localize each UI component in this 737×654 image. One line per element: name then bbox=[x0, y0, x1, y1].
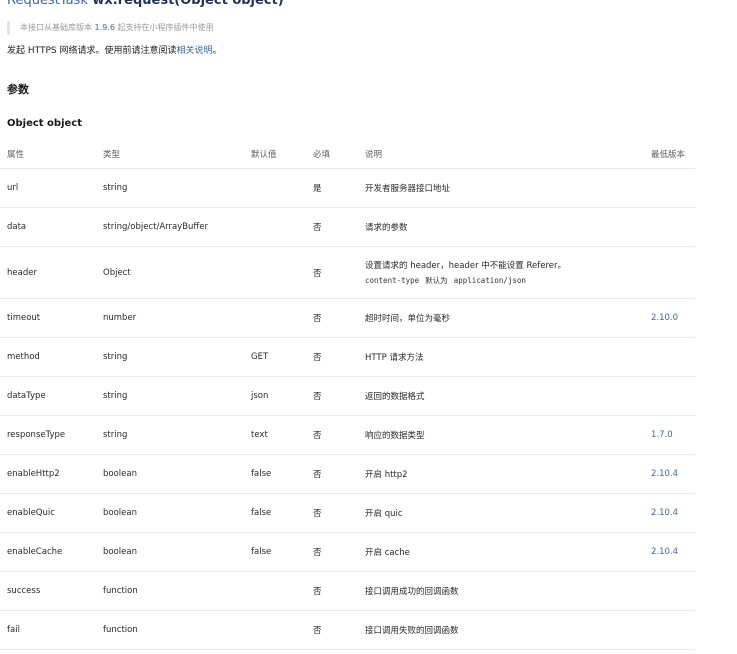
related-docs-link[interactable]: 相关说明 bbox=[176, 46, 212, 56]
param-required: 否 bbox=[313, 223, 322, 233]
param-name: enableQuic bbox=[7, 508, 55, 518]
table-row: enableQuic boolean false 否 开启 quic 2.10.… bbox=[0, 494, 695, 533]
param-version-link[interactable]: 2.10.4 bbox=[651, 455, 678, 493]
param-type: string bbox=[103, 352, 128, 362]
param-type: number bbox=[103, 313, 137, 323]
table-row: header Object 否 设置请求的 header，header 中不能设… bbox=[0, 247, 695, 299]
param-desc: 设置请求的 header，header 中不能设置 Referer。 conte… bbox=[365, 247, 566, 298]
param-default: GET bbox=[251, 352, 269, 362]
param-desc: 接口调用失败的回调函数 bbox=[365, 626, 459, 636]
param-type: function bbox=[103, 625, 138, 635]
description-text: 发起 HTTPS 网络请求。使用前请注意阅读 bbox=[7, 46, 177, 56]
description-end: 。 bbox=[212, 46, 222, 56]
param-type: boolean bbox=[103, 508, 137, 518]
header-required: 必填 bbox=[313, 149, 331, 160]
param-required: 是 bbox=[313, 184, 322, 194]
table-row: responseType string text 否 响应的数据类型 1.7.0 bbox=[0, 416, 695, 455]
api-signature: wx.request(Object object) bbox=[92, 0, 284, 8]
param-type: string bbox=[103, 391, 128, 401]
code-default-label: 默认为 bbox=[425, 276, 448, 285]
header-desc: 说明 bbox=[365, 149, 383, 160]
return-type-link[interactable]: RequestTask bbox=[7, 0, 88, 8]
table-row: fail function 否 接口调用失败的回调函数 bbox=[0, 611, 695, 650]
param-type: boolean bbox=[103, 547, 137, 557]
param-default: text bbox=[251, 430, 268, 440]
param-name: data bbox=[7, 222, 27, 232]
param-desc: 接口调用成功的回调函数 bbox=[365, 587, 459, 597]
param-name: fail bbox=[7, 625, 20, 635]
param-required: 否 bbox=[313, 431, 322, 441]
header-type: 类型 bbox=[103, 149, 121, 160]
param-required: 否 bbox=[313, 353, 322, 363]
code-content-type: content-type bbox=[365, 276, 420, 285]
param-type: Object bbox=[103, 267, 131, 278]
param-name: dataType bbox=[7, 391, 46, 401]
param-required: 否 bbox=[313, 392, 322, 402]
param-desc-code-line: content-type 默认为 application/json bbox=[365, 275, 526, 286]
param-type: string bbox=[103, 183, 128, 193]
param-required: 否 bbox=[313, 268, 322, 279]
param-desc: 开发者服务器接口地址 bbox=[365, 184, 451, 194]
param-type: boolean bbox=[103, 469, 137, 479]
code-application-json: application/json bbox=[453, 276, 526, 285]
param-version-link[interactable]: 1.7.0 bbox=[651, 416, 673, 454]
param-desc: 开启 cache bbox=[365, 548, 410, 558]
param-name: enableCache bbox=[7, 547, 63, 557]
param-desc: 响应的数据类型 bbox=[365, 431, 425, 441]
version-note-suffix: 起支持在小程序插件中使用 bbox=[117, 23, 214, 32]
table-row: url string 是 开发者服务器接口地址 bbox=[0, 169, 695, 208]
param-required: 否 bbox=[313, 548, 322, 558]
param-name: method bbox=[7, 352, 40, 362]
param-name: header bbox=[7, 267, 37, 278]
param-required: 否 bbox=[313, 314, 322, 324]
params-table: 属性 类型 默认值 必填 说明 最低版本 url string 是 开发者服务器… bbox=[0, 139, 695, 650]
table-row: method string GET 否 HTTP 请求方法 bbox=[0, 338, 695, 377]
param-desc-text: 设置请求的 header，header 中不能设置 Referer。 bbox=[365, 261, 567, 271]
param-required: 否 bbox=[313, 587, 322, 597]
param-desc: 超时时间，单位为毫秒 bbox=[365, 314, 451, 324]
param-default: false bbox=[251, 508, 272, 518]
param-desc: 开启 http2 bbox=[365, 470, 408, 480]
param-name: enableHttp2 bbox=[7, 469, 60, 479]
param-required: 否 bbox=[313, 626, 322, 636]
param-required: 否 bbox=[313, 509, 322, 519]
param-name: responseType bbox=[7, 430, 66, 440]
param-name: url bbox=[7, 183, 19, 193]
header-default: 默认值 bbox=[251, 149, 277, 160]
param-type: string bbox=[103, 430, 128, 440]
param-type: function bbox=[103, 586, 138, 596]
header-name: 属性 bbox=[7, 149, 25, 160]
api-title: RequestTask wx.request(Object object) bbox=[7, 0, 284, 8]
table-row: success function 否 接口调用成功的回调函数 bbox=[0, 572, 695, 611]
table-row: dataType string json 否 返回的数据格式 bbox=[0, 377, 695, 416]
param-desc: 开启 quic bbox=[365, 509, 403, 519]
version-note-prefix: 本接口从基础库版本 bbox=[20, 23, 92, 32]
param-version-link[interactable]: 2.10.4 bbox=[651, 533, 678, 571]
section-title-params: 参数 bbox=[7, 83, 29, 96]
table-row: enableCache boolean false 否 开启 cache 2.1… bbox=[0, 533, 695, 572]
param-desc: HTTP 请求方法 bbox=[365, 353, 424, 363]
param-desc: 请求的参数 bbox=[365, 223, 408, 233]
table-header: 属性 类型 默认值 必填 说明 最低版本 bbox=[0, 139, 695, 169]
param-name: success bbox=[7, 586, 41, 596]
header-version: 最低版本 bbox=[651, 149, 686, 160]
param-type: string/object/ArrayBuffer bbox=[103, 222, 209, 232]
version-note-version: 1.9.6 bbox=[94, 23, 115, 32]
version-note: 本接口从基础库版本 1.9.6 起支持在小程序插件中使用 bbox=[7, 21, 213, 35]
param-default: json bbox=[251, 391, 269, 401]
api-description: 发起 HTTPS 网络请求。使用前请注意阅读相关说明。 bbox=[7, 43, 222, 56]
param-desc: 返回的数据格式 bbox=[365, 392, 425, 402]
table-row: timeout number 否 超时时间，单位为毫秒 2.10.0 bbox=[0, 299, 695, 338]
table-row: enableHttp2 boolean false 否 开启 http2 2.1… bbox=[0, 455, 695, 494]
param-version-link[interactable]: 2.10.4 bbox=[651, 494, 678, 532]
param-required: 否 bbox=[313, 470, 322, 480]
param-version-link[interactable]: 2.10.0 bbox=[651, 299, 678, 337]
param-name: timeout bbox=[7, 313, 41, 323]
param-default: false bbox=[251, 469, 272, 479]
table-row: data string/object/ArrayBuffer 否 请求的参数 bbox=[0, 208, 695, 247]
param-default: false bbox=[251, 547, 272, 557]
object-title: Object object bbox=[7, 118, 83, 129]
